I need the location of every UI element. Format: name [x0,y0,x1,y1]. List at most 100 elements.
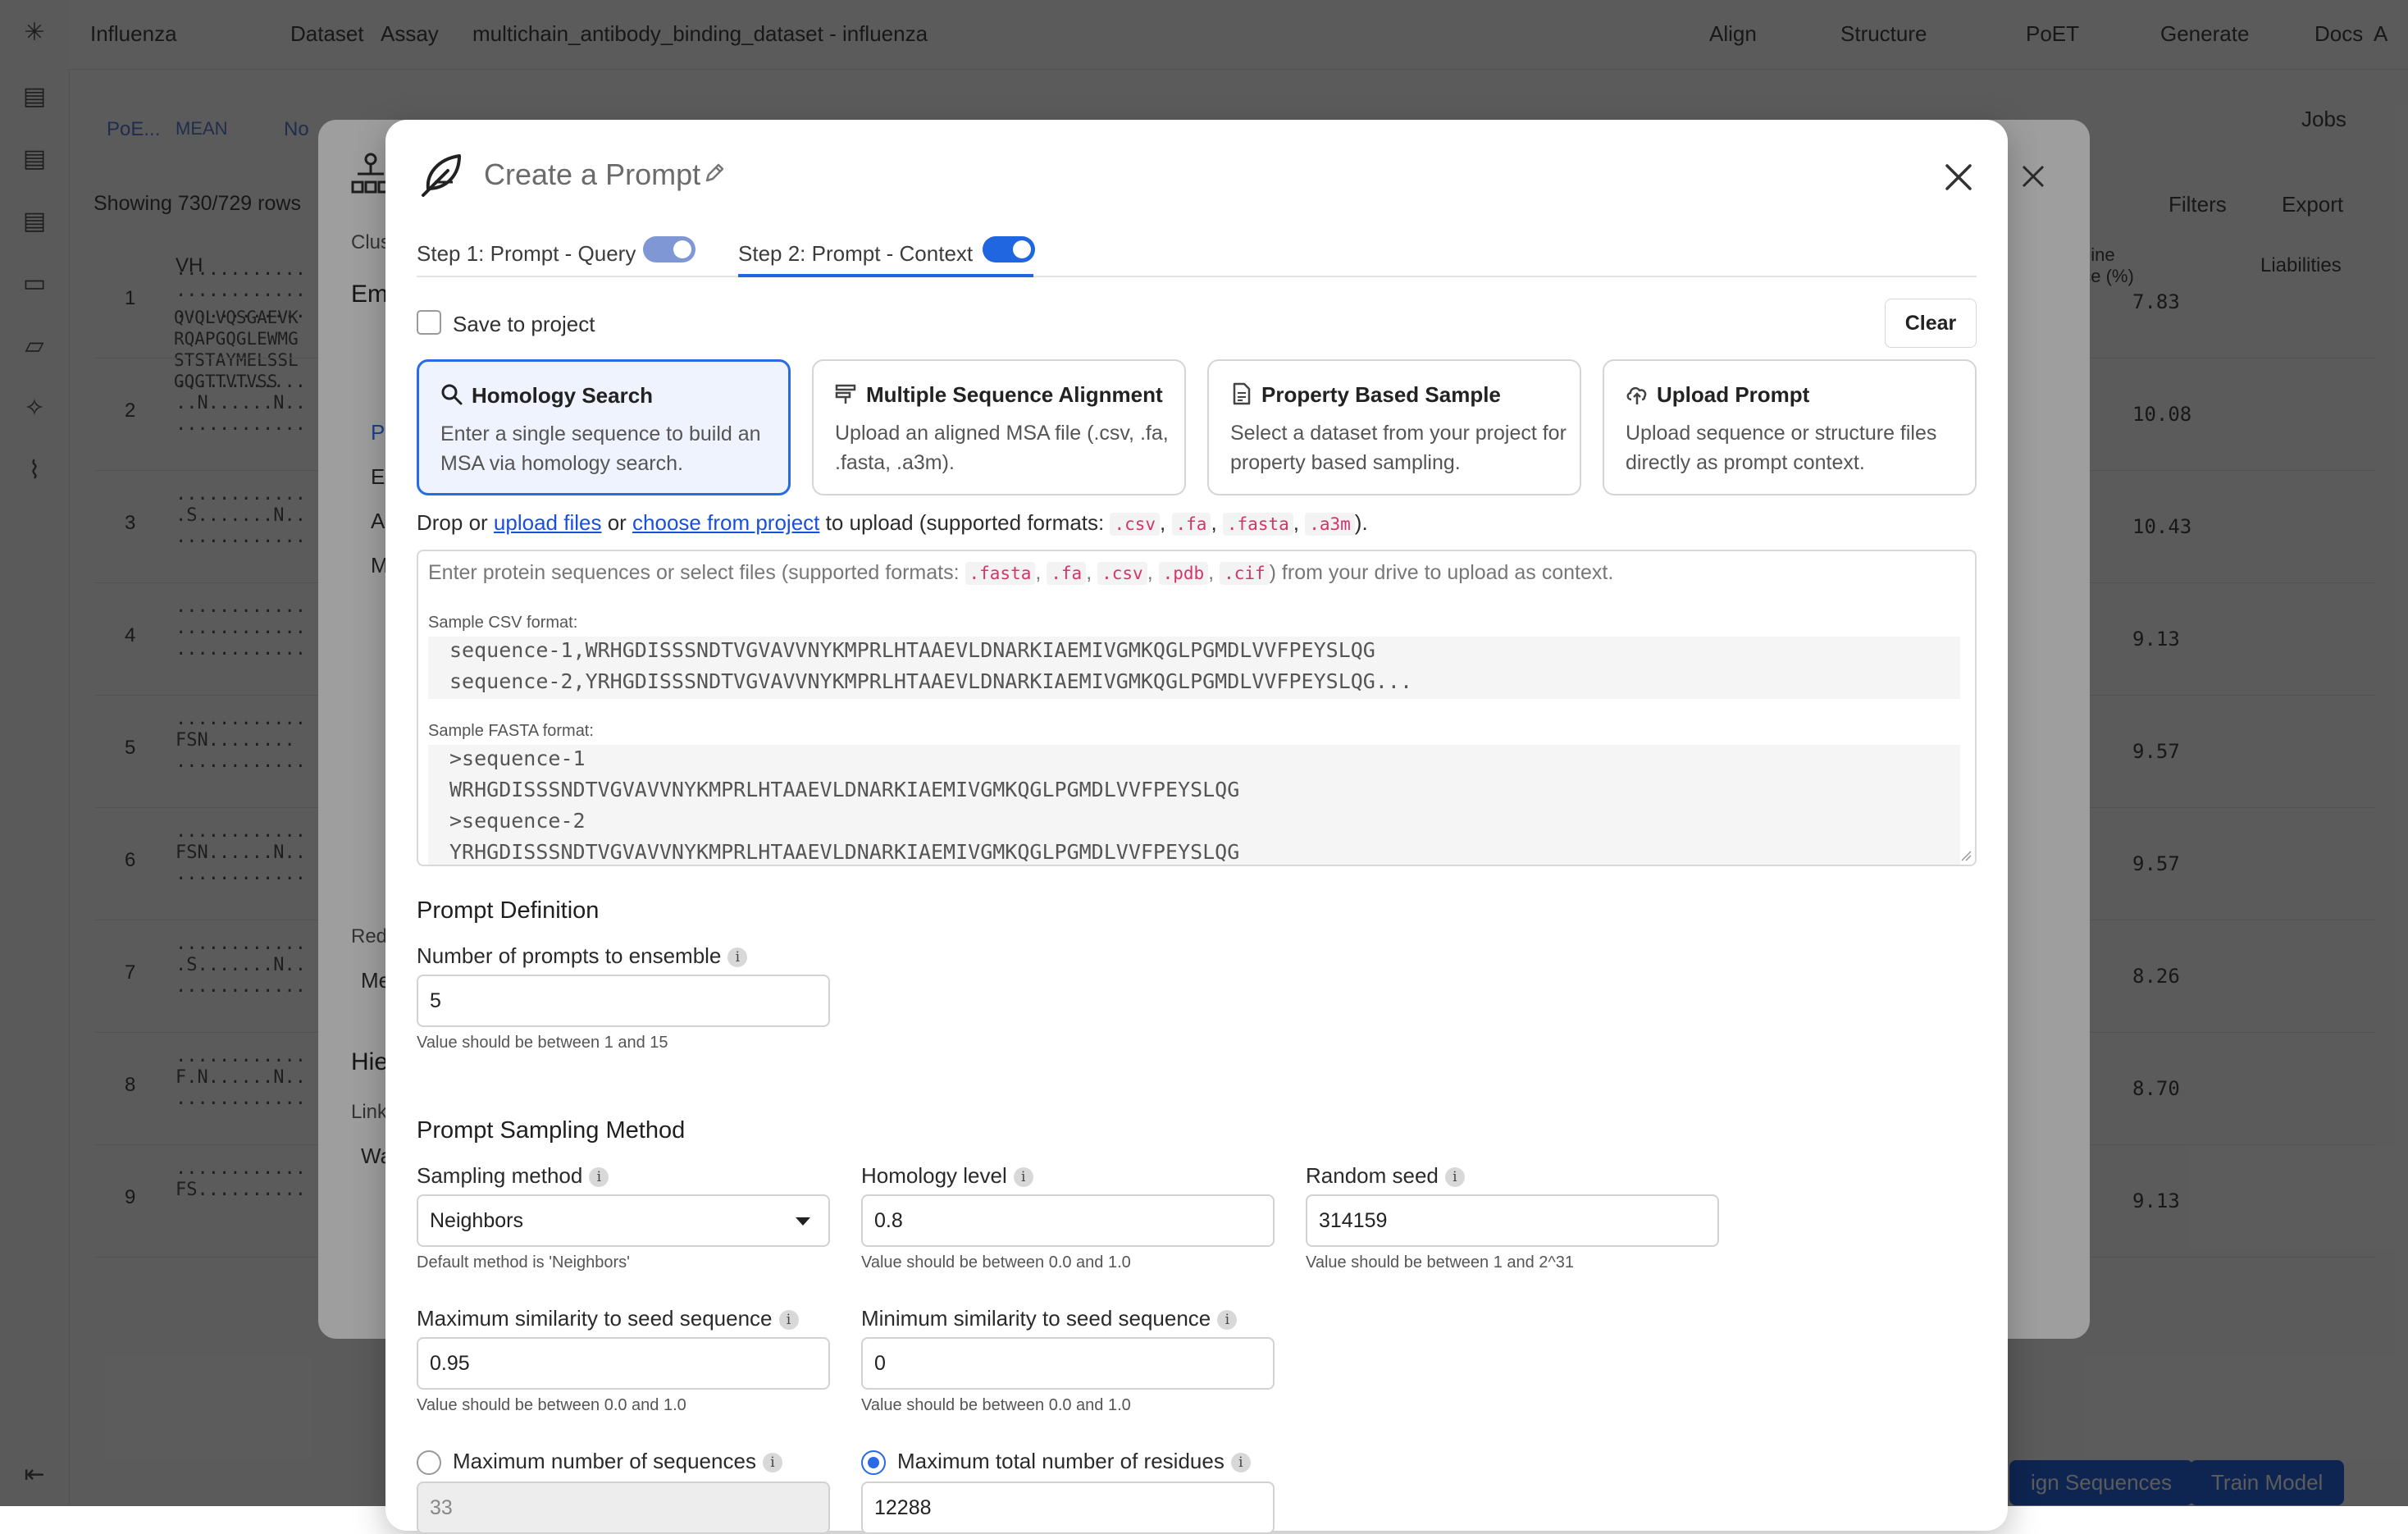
search-icon [441,384,463,405]
card-title: Upload Prompt [1657,382,1810,407]
format-badge: .csv [1097,562,1147,585]
fasta-sample-label: Sample FASTA format: [428,722,594,740]
homology-level-label: Homology level i [861,1163,1033,1189]
textarea-placeholder: Enter protein sequences or select files … [428,561,1614,585]
csv-sample-line: sequence-2,YRHGDISSSNDTVGVAVVNYKMPRLHTAA… [449,669,1412,693]
drop-suffix: to upload (supported formats: [819,510,1111,535]
fasta-sample-line: >sequence-2 [449,809,586,833]
format-badge: .a3m [1305,513,1355,536]
min-similarity-hint: Value should be between 0.0 and 1.0 [861,1396,1131,1414]
upload-prompt-card[interactable]: Upload Prompt Upload sequence or structu… [1603,359,1977,495]
format-badge: .fa [1171,513,1211,536]
clear-button[interactable]: Clear [1885,299,1977,348]
drop-prefix: Drop or [417,510,494,535]
fasta-sample-block: >sequence-1 WRHGDISSSNDTVGVAVVNYKMPRLHTA… [428,745,1960,865]
max-sequences-input[interactable]: 33 [417,1481,830,1534]
max-sequences-label-text: Maximum number of sequences [453,1449,756,1473]
max-similarity-label: Maximum similarity to seed sequence i [417,1306,799,1331]
choose-from-project-link[interactable]: choose from project [632,510,819,535]
property-based-sample-card[interactable]: Property Based Sample Select a dataset f… [1207,359,1581,495]
homology-search-card[interactable]: Homology Search Enter a single sequence … [417,359,791,495]
max-sequences-radio[interactable] [417,1450,441,1475]
resize-handle-icon[interactable] [1960,850,1972,861]
random-seed-label-text: Random seed [1306,1163,1439,1188]
num-prompts-label-text: Number of prompts to ensemble [417,943,722,968]
fasta-sample-line: YRHGDISSSNDTVGVAVVNYKMPRLHTAAEVLDNARKIAE… [449,840,1240,864]
card-title: Multiple Sequence Alignment [866,382,1163,407]
document-icon [1233,382,1251,405]
homology-level-label-text: Homology level [861,1163,1007,1188]
prompt-definition-title: Prompt Definition [417,897,600,924]
save-to-project-checkbox[interactable] [417,310,441,335]
placeholder-prefix: Enter protein sequences or select files … [428,561,965,584]
info-icon[interactable]: i [727,947,748,968]
upload-files-link[interactable]: upload files [494,510,602,535]
step-tabs: Step 1: Prompt - Query Step 2: Prompt - … [417,231,1977,277]
tab-step-2[interactable]: Step 2: Prompt - Context [738,231,1035,277]
sampling-method-title: Prompt Sampling Method [417,1117,686,1144]
card-description: Upload an aligned MSA file (.csv, .fa, .… [835,422,1169,474]
drop-end: ). [1354,510,1368,535]
info-icon[interactable]: i [778,1310,799,1331]
csv-sample-label: Sample CSV format: [428,614,578,632]
csv-sample-block: sequence-1,WRHGDISSSNDTVGVAVVNYKMPRLHTAA… [428,637,1960,699]
fasta-sample-line: WRHGDISSSNDTVGVAVVNYKMPRLHTAAEVLDNARKIAE… [449,778,1240,801]
max-residues-label-text: Maximum total number of residues [897,1449,1225,1473]
step-2-label: Step 2: Prompt - Context [738,241,974,266]
max-residues-label: Maximum total number of residues i [897,1449,1251,1474]
create-prompt-modal: Create a Prompt Step 1: Prompt - Query S… [385,120,2008,1534]
info-icon[interactable]: i [589,1167,609,1188]
info-icon[interactable]: i [1013,1167,1033,1188]
max-residues-input[interactable]: 12288 [861,1481,1275,1534]
drop-or: or [601,510,633,535]
step-1-label: Step 1: Prompt - Query [417,241,636,266]
info-icon[interactable]: i [1444,1167,1465,1188]
tab-step-1[interactable]: Step 1: Prompt - Query [417,231,704,274]
min-similarity-label-text: Minimum similarity to seed sequence [861,1306,1211,1331]
info-icon[interactable]: i [762,1453,782,1473]
cloud-upload-icon [1626,386,1647,404]
edit-icon[interactable] [702,161,727,185]
random-seed-input[interactable]: 314159 [1306,1194,1719,1247]
step-1-toggle[interactable] [643,236,695,263]
card-title: Property Based Sample [1261,382,1501,407]
info-icon[interactable]: i [1217,1310,1238,1331]
upload-instructions: Drop or upload files or choose from proj… [417,510,1368,536]
num-prompts-label: Number of prompts to ensemble i [417,943,748,969]
info-icon[interactable]: i [1230,1453,1251,1473]
homology-level-input[interactable]: 0.8 [861,1194,1275,1247]
card-description: Enter a single sequence to build an MSA … [440,422,761,475]
dropdown-arrow-icon [796,1217,810,1226]
min-similarity-label: Minimum similarity to seed sequence i [861,1306,1238,1331]
card-description: Select a dataset from your project for p… [1230,422,1567,474]
homology-level-hint: Value should be between 0.0 and 1.0 [861,1253,1131,1271]
csv-sample-line: sequence-1,WRHGDISSSNDTVGVAVVNYKMPRLHTAA… [449,638,1375,662]
num-prompts-input[interactable]: 5 [417,975,830,1027]
max-similarity-label-text: Maximum similarity to seed sequence [417,1306,773,1331]
modal-title: Create a Prompt [484,158,701,191]
close-icon[interactable] [1941,159,1977,195]
placeholder-suffix: ) from your drive to upload as context. [1269,561,1614,584]
sequence-textarea[interactable]: Enter protein sequences or select files … [417,550,1977,866]
format-badge: .fa [1047,562,1087,585]
sampling-method-value: Neighbors [430,1209,523,1232]
msa-card[interactable]: Multiple Sequence Alignment Upload an al… [812,359,1186,495]
max-residues-radio[interactable] [861,1450,886,1475]
min-similarity-input[interactable]: 0 [861,1337,1275,1390]
random-seed-label: Random seed i [1306,1163,1465,1189]
step-2-toggle[interactable] [983,236,1035,263]
max-similarity-hint: Value should be between 0.0 and 1.0 [417,1396,686,1414]
card-description: Upload sequence or structure files direc… [1626,422,1937,474]
save-to-project-label: Save to project [453,312,595,336]
sampling-method-hint: Default method is 'Neighbors' [417,1253,630,1271]
format-badge: .fasta [965,562,1036,585]
max-similarity-input[interactable]: 0.95 [417,1337,830,1390]
alignment-icon [835,384,856,404]
format-badge: .pdb [1158,562,1209,585]
format-badge: .cif [1220,562,1270,585]
fasta-sample-line: >sequence-1 [449,746,586,770]
sampling-method-label: Sampling method i [417,1163,609,1189]
sampling-method-select[interactable]: Neighbors [417,1194,830,1247]
card-title: Homology Search [472,383,654,408]
feather-icon [422,154,461,197]
